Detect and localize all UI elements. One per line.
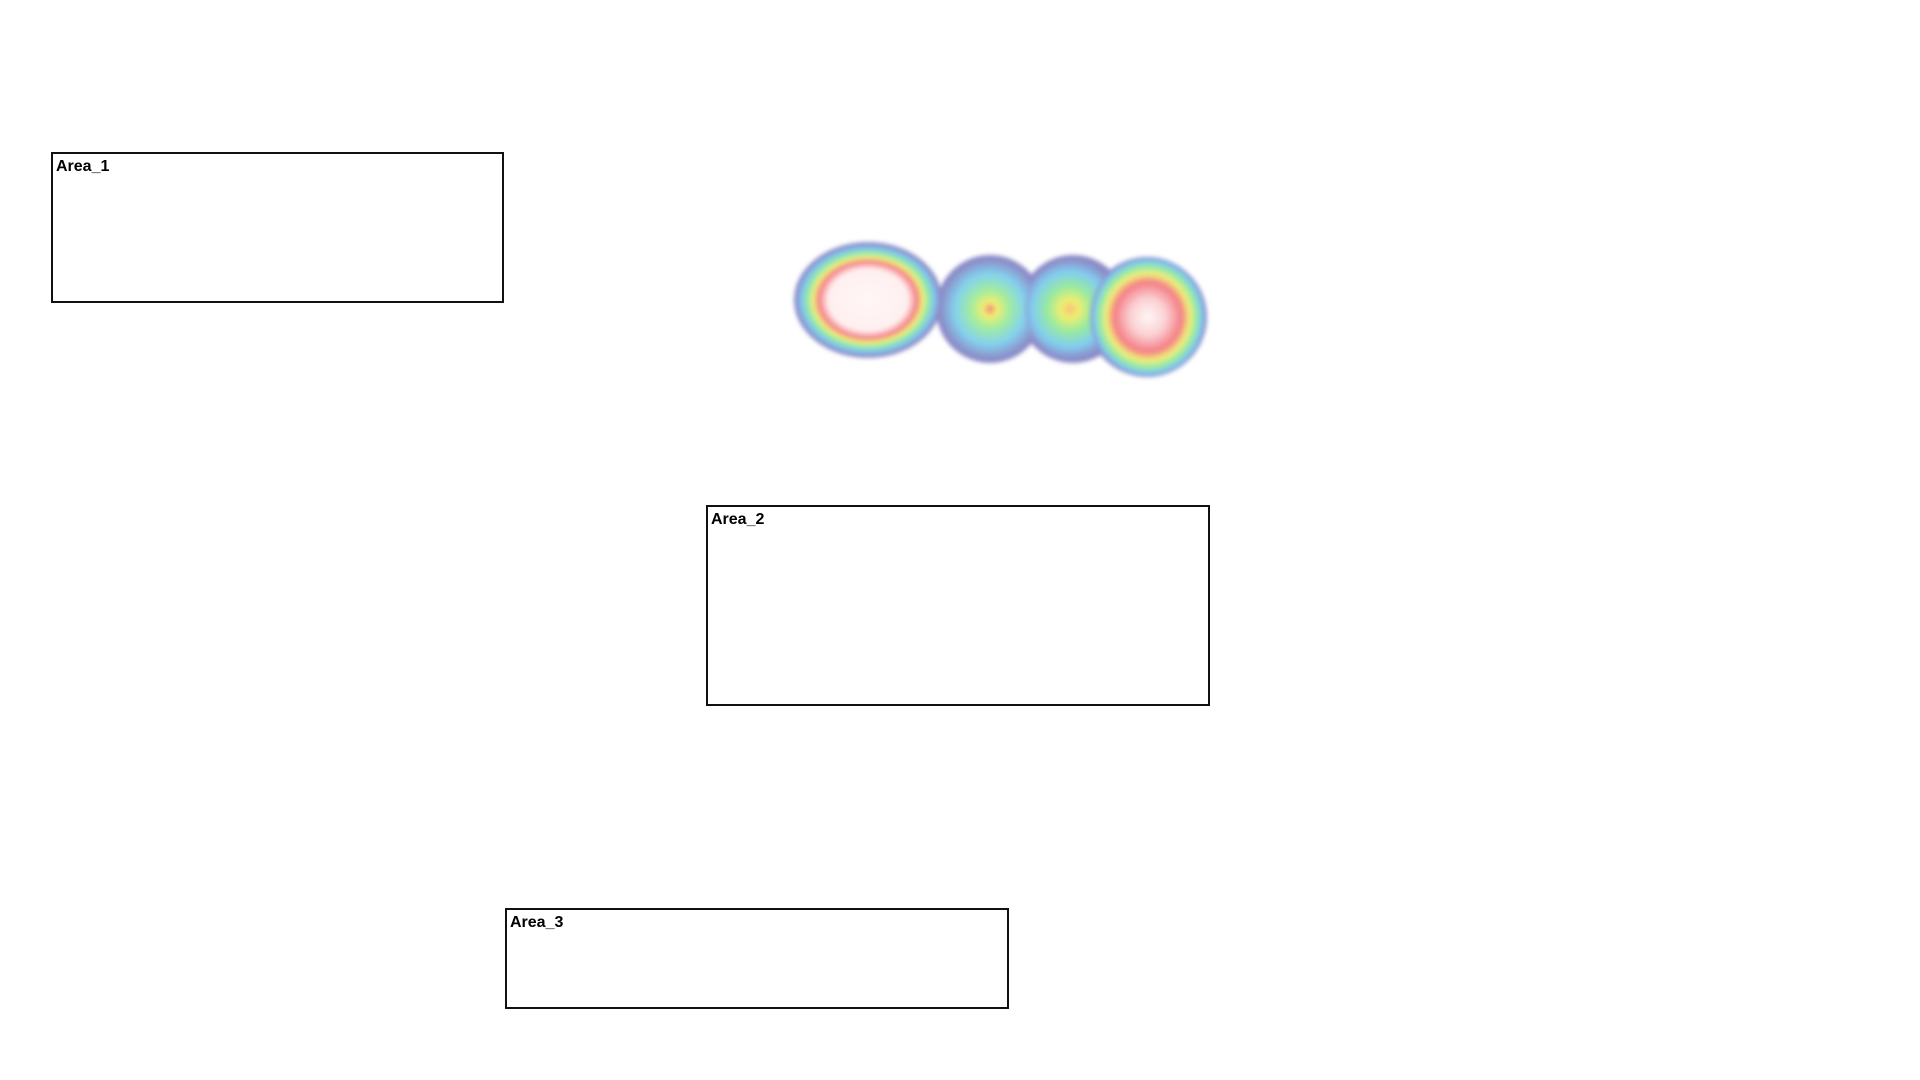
canvas: Area_1 Area_2 Area_3 (0, 0, 1920, 1080)
area-2-box[interactable]: Area_2 (706, 505, 1210, 706)
area-1-box[interactable]: Area_1 (51, 152, 504, 303)
heatmap-hotspot (1090, 257, 1206, 377)
area-1-label: Area_1 (56, 158, 110, 175)
area-3-box[interactable]: Area_3 (505, 908, 1009, 1009)
area-2-label: Area_2 (711, 511, 765, 528)
heatmap-overlay (794, 242, 1207, 377)
heatmap-hotspot (796, 244, 940, 356)
area-3-label: Area_3 (510, 914, 564, 931)
